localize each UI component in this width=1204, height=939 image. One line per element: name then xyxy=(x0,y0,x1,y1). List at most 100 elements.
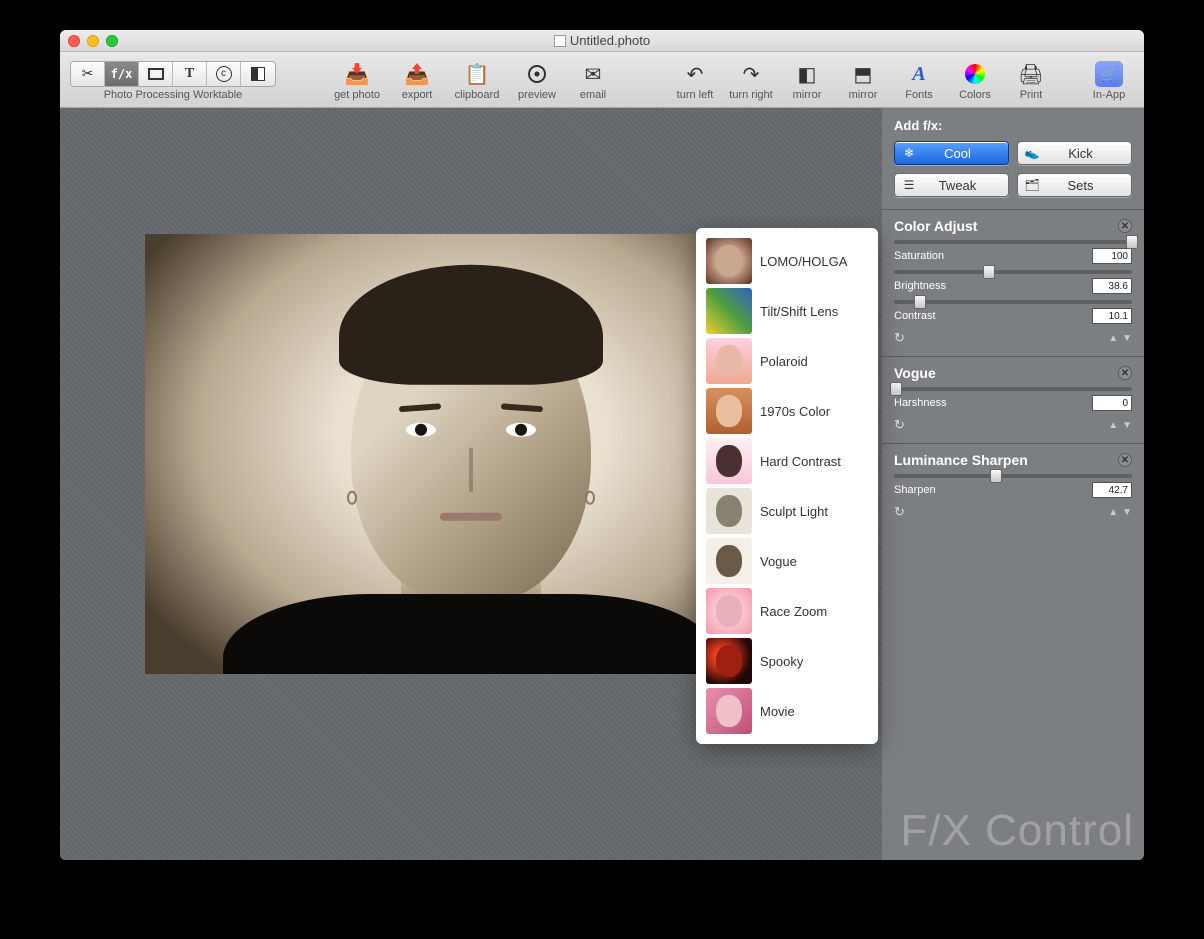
segment-text[interactable]: T xyxy=(173,62,207,86)
toolbar-in-app[interactable]: 🛒In-App xyxy=(1084,60,1134,101)
clipboard-label: clipboard xyxy=(455,89,500,101)
move-up-button[interactable]: ▲ xyxy=(1108,420,1118,431)
close-button[interactable] xyxy=(68,35,80,47)
turn-right-icon xyxy=(743,60,760,88)
toolbar-mirror-h[interactable]: mirror xyxy=(782,60,832,101)
fx-tweak-button[interactable]: ☰Tweak xyxy=(894,173,1009,197)
fx-preset-vogue[interactable]: Vogue xyxy=(702,536,872,586)
fx-preset-sculpt-light[interactable]: Sculpt Light xyxy=(702,486,872,536)
toolbar-mirror-v[interactable]: mirror xyxy=(838,60,888,101)
preset-thumb xyxy=(706,688,752,734)
app-window: Untitled.photo f/x T c Photo Processing … xyxy=(60,30,1144,860)
toolbar-clipboard[interactable]: clipboard xyxy=(448,60,506,101)
fx-kick-button[interactable]: 👟 Kick xyxy=(1017,141,1132,165)
move-up-button[interactable]: ▲ xyxy=(1108,507,1118,518)
email-icon xyxy=(585,60,602,88)
slider-label: Harshness xyxy=(894,397,947,409)
segment-vignette[interactable] xyxy=(241,62,275,86)
reset-button[interactable]: ↻ xyxy=(894,330,905,346)
toolbar-email[interactable]: email xyxy=(568,60,618,101)
fx-preset-1970s-color[interactable]: 1970s Color xyxy=(702,386,872,436)
fx-preset-race-zoom[interactable]: Race Zoom xyxy=(702,586,872,636)
move-down-button[interactable]: ▼ xyxy=(1122,333,1132,344)
panel-close-button[interactable]: ✕ xyxy=(1118,366,1132,380)
fx-control-sidebar: Add f/x: ❄Cool 👟Kick ☰Tweak 🗂Sets Color … xyxy=(882,108,1144,860)
preset-name: Race Zoom xyxy=(760,604,827,619)
preset-name: Vogue xyxy=(760,554,797,569)
reset-button[interactable]: ↻ xyxy=(894,504,905,520)
fx-preset-lomo-holga[interactable]: LOMO/HOLGA xyxy=(702,236,872,286)
toolbar: f/x T c Photo Processing Worktable get p… xyxy=(60,52,1144,108)
panel-vogue: Vogue✕Harshness0↻▲▼ xyxy=(882,356,1144,443)
preset-thumb xyxy=(706,238,752,284)
segment-label: Photo Processing Worktable xyxy=(104,89,243,101)
mirror-h-label: mirror xyxy=(793,89,822,101)
fx-preset-hard-contrast[interactable]: Hard Contrast xyxy=(702,436,872,486)
fx-cool-button[interactable]: ❄Cool xyxy=(894,141,1009,165)
fx-sets-button[interactable]: 🗂Sets xyxy=(1017,173,1132,197)
toolbar-turn-right[interactable]: turn right xyxy=(726,60,776,101)
maximize-button[interactable] xyxy=(106,35,118,47)
slider-value[interactable]: 100 xyxy=(1092,248,1132,264)
segment-copyright[interactable]: c xyxy=(207,62,241,86)
slider-value[interactable]: 10.1 xyxy=(1092,308,1132,324)
preset-thumb xyxy=(706,538,752,584)
preset-thumb xyxy=(706,388,752,434)
panel-amount-slider[interactable] xyxy=(894,474,1132,478)
preview-icon xyxy=(528,60,546,88)
brightness-slider[interactable] xyxy=(894,300,1132,304)
toolbar-preview[interactable]: preview xyxy=(512,60,562,101)
window-title-text: Untitled.photo xyxy=(570,33,650,48)
mode-segment: f/x T c xyxy=(70,61,276,87)
panel-amount-slider[interactable] xyxy=(894,387,1132,391)
in-app-icon: 🛒 xyxy=(1095,60,1123,88)
reset-button[interactable]: ↻ xyxy=(894,417,905,433)
preset-name: Sculpt Light xyxy=(760,504,828,519)
toolbar-turn-left[interactable]: turn left xyxy=(670,60,720,101)
fx-preset-spooky[interactable]: Spooky xyxy=(702,636,872,686)
cool-icon: ❄ xyxy=(901,146,917,160)
clipboard-icon xyxy=(465,60,490,88)
turn-left-icon xyxy=(687,60,704,88)
turn-left-label: turn left xyxy=(677,89,714,101)
preset-name: Spooky xyxy=(760,654,803,669)
move-down-button[interactable]: ▼ xyxy=(1122,507,1132,518)
fx-preset-popup: LOMO/HOLGATilt/Shift LensPolaroid1970s C… xyxy=(696,228,878,744)
fonts-icon: A xyxy=(912,60,925,88)
panel-title: Color Adjust xyxy=(894,218,977,234)
segment-frame[interactable] xyxy=(139,62,173,86)
minimize-button[interactable] xyxy=(87,35,99,47)
segment-fx[interactable]: f/x xyxy=(105,62,139,86)
slider-label: Contrast xyxy=(894,310,936,322)
panel-close-button[interactable]: ✕ xyxy=(1118,453,1132,467)
copyright-icon: c xyxy=(216,66,232,82)
toolbar-get-photo[interactable]: get photo xyxy=(328,60,386,101)
sets-icon: 🗂 xyxy=(1024,178,1040,192)
segment-crop[interactable] xyxy=(71,62,105,86)
slider-value[interactable]: 42.7 xyxy=(1092,482,1132,498)
panel-color-adjust: Color Adjust✕Saturation100Brightness38.6… xyxy=(882,209,1144,356)
preset-thumb xyxy=(706,588,752,634)
fx-icon: f/x xyxy=(111,67,133,81)
fonts-label: Fonts xyxy=(905,89,933,101)
get-photo-icon xyxy=(345,60,370,88)
toolbar-fonts[interactable]: AFonts xyxy=(894,60,944,101)
toolbar-export[interactable]: export xyxy=(392,60,442,101)
fx-preset-movie[interactable]: Movie xyxy=(702,686,872,736)
slider-value[interactable]: 0 xyxy=(1092,395,1132,411)
preset-name: Hard Contrast xyxy=(760,454,841,469)
in-app-label: In-App xyxy=(1093,89,1125,101)
panel-amount-slider[interactable] xyxy=(894,240,1132,244)
toolbar-print[interactable]: Print xyxy=(1006,60,1056,101)
kick-icon: 👟 xyxy=(1024,146,1040,160)
kick-label: Kick xyxy=(1048,146,1131,161)
move-up-button[interactable]: ▲ xyxy=(1108,333,1118,344)
turn-right-label: turn right xyxy=(729,89,772,101)
panel-close-button[interactable]: ✕ xyxy=(1118,219,1132,233)
saturation-slider[interactable] xyxy=(894,270,1132,274)
fx-preset-polaroid[interactable]: Polaroid xyxy=(702,336,872,386)
move-down-button[interactable]: ▼ xyxy=(1122,420,1132,431)
slider-value[interactable]: 38.6 xyxy=(1092,278,1132,294)
fx-preset-tilt-shift-lens[interactable]: Tilt/Shift Lens xyxy=(702,286,872,336)
toolbar-colors[interactable]: Colors xyxy=(950,60,1000,101)
